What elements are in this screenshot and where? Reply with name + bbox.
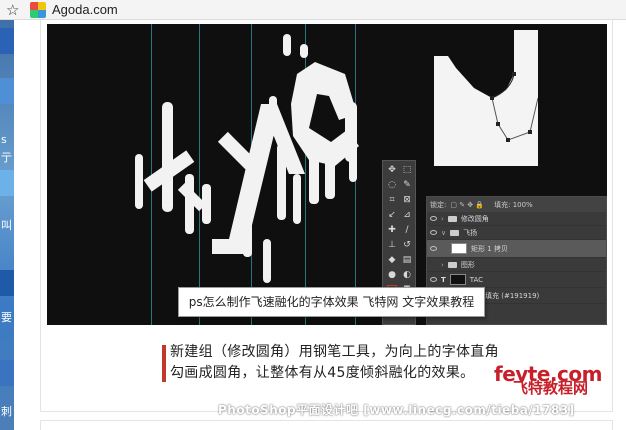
visibility-eye-icon[interactable] xyxy=(430,230,437,235)
layer-thumbnail xyxy=(449,274,466,285)
fevte-watermark-subtitle: 飞特教程网 xyxy=(513,379,589,397)
lock-icons[interactable]: ▢ ✎ ✥ 🔒 xyxy=(450,201,484,209)
folder-icon xyxy=(447,215,457,222)
bookmarks-bar: ☆ Agoda.com xyxy=(0,0,626,20)
desktop-icon-label: s xyxy=(1,133,7,146)
next-card-edge xyxy=(40,420,613,430)
caption-accent-bar xyxy=(162,345,166,382)
layers-panel-header: 锁定: ▢ ✎ ✥ 🔒 填充: 100% xyxy=(427,197,606,212)
gradient-icon[interactable]: ▤ xyxy=(402,255,412,265)
layer-row[interactable]: T TAC xyxy=(427,272,606,288)
desktop-icon[interactable] xyxy=(0,28,14,54)
move-tool-icon[interactable]: ✥ xyxy=(387,165,397,175)
desktop-background-strip: s 亍 叫 要 刺 xyxy=(0,20,14,430)
star-outline-icon[interactable]: ☆ xyxy=(6,1,24,19)
blur-tool-icon[interactable]: ● xyxy=(387,270,397,280)
layer-name: TAC xyxy=(469,275,484,284)
layer-thumbnail xyxy=(451,243,467,254)
marquee-tool-icon[interactable]: ⬚ xyxy=(402,165,412,175)
forum-watermark: PhotoShop平面设计吧 [www.linecg.com/tieba/178… xyxy=(218,403,575,417)
type-layer-icon: T xyxy=(441,275,446,284)
article-caption: 新建组（修改圆角）用钢笔工具，为向上的字体直角勾画成圆角，让整体有从45度倾斜融… xyxy=(170,344,499,381)
folder-icon xyxy=(450,229,460,236)
history-brush-icon[interactable]: ↺ xyxy=(402,240,412,250)
healing-brush-icon[interactable]: ✚ xyxy=(387,225,397,235)
brush-tool-icon[interactable]: ∕ xyxy=(402,225,412,235)
ruler-icon[interactable]: ⊿ xyxy=(402,210,412,220)
frame-tool-icon[interactable]: ⊠ xyxy=(402,195,412,205)
fill-label[interactable]: 填充: 100% xyxy=(494,200,533,210)
lasso-tool-icon[interactable]: ◌ xyxy=(387,180,397,190)
layer-name: 矩形 1 拷贝 xyxy=(471,244,508,253)
layer-name: 图形 xyxy=(460,260,475,269)
layer-row[interactable]: › 修改圆角 xyxy=(427,212,606,226)
layer-row[interactable]: ∨ 飞扬 xyxy=(427,226,606,240)
tutorial-image: ✥ ⬚ ◌ ✎ ⌗ ⊠ ↙ ⊿ ✚ ∕ ⊥ ↺ ◆ ▤ ● ◐ ✒ T ➤ ▭ … xyxy=(47,24,607,325)
desktop-icon[interactable] xyxy=(0,170,14,196)
desktop-icon[interactable] xyxy=(0,78,14,104)
desktop-icon[interactable] xyxy=(0,360,14,386)
layer-row-selected[interactable]: 矩形 1 拷贝 xyxy=(427,240,606,258)
eraser-icon[interactable]: ◆ xyxy=(387,255,397,265)
visibility-eye-icon[interactable] xyxy=(430,246,437,251)
desktop-icon-label: 亍 xyxy=(1,151,12,164)
visibility-eye-icon[interactable] xyxy=(430,277,437,282)
desktop-icon-label: 叫 xyxy=(1,219,12,232)
agoda-favicon xyxy=(30,1,46,18)
desktop-icon-label: 刺 xyxy=(1,405,12,418)
eyedropper-icon[interactable]: ↙ xyxy=(387,210,397,220)
pen-path-shape xyxy=(434,30,538,166)
lock-label: 锁定: xyxy=(430,200,447,209)
clone-stamp-icon[interactable]: ⊥ xyxy=(387,240,397,250)
browser-viewport: ☆ Agoda.com s 亍 叫 要 刺 ✥ ⬚ ◌ ✎ ⌗ ⊠ ↙ ⊿ ✚ … xyxy=(0,0,626,430)
dodge-tool-icon[interactable]: ◐ xyxy=(402,270,412,280)
image-title-tooltip: ps怎么制作飞速融化的字体效果 飞特网 文字效果教程 xyxy=(178,287,485,317)
folder-icon xyxy=(447,261,457,268)
desktop-icon-label: 要 xyxy=(1,311,12,324)
visibility-eye-icon[interactable] xyxy=(430,216,437,221)
bookmark-agoda[interactable]: Agoda.com xyxy=(52,2,118,17)
crop-tool-icon[interactable]: ⌗ xyxy=(387,195,397,205)
layer-name: 飞扬 xyxy=(463,228,478,237)
quick-select-icon[interactable]: ✎ xyxy=(402,180,412,190)
desktop-icon[interactable] xyxy=(0,270,14,296)
layer-name: 修改圆角 xyxy=(460,214,489,223)
layer-row[interactable]: › 图形 xyxy=(427,258,606,272)
